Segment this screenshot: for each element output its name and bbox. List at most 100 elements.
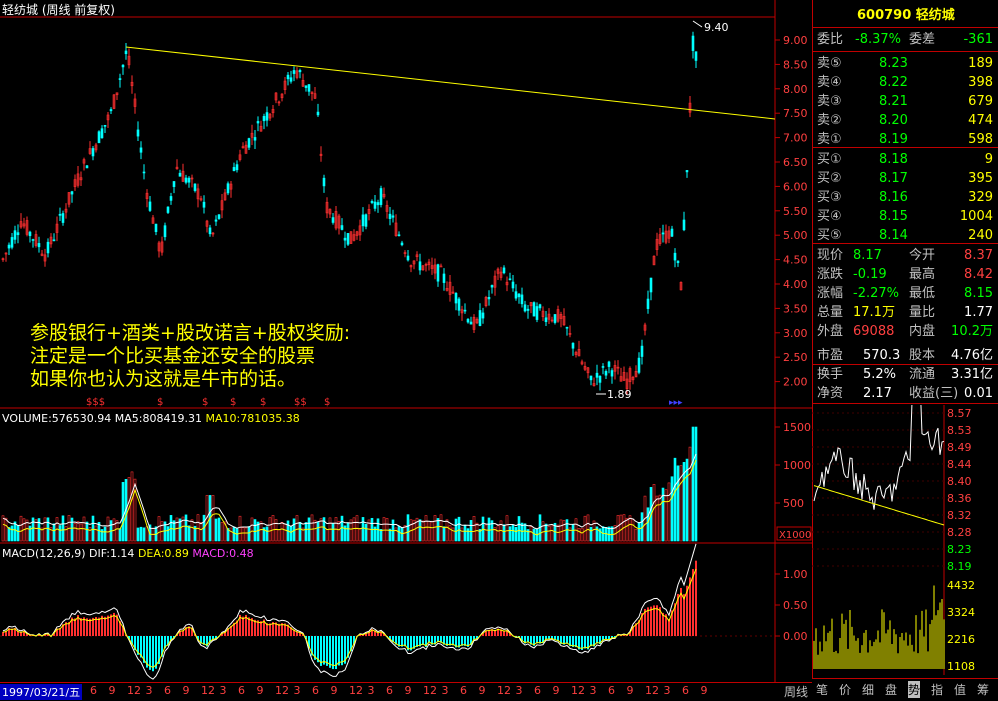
dividend-mark: $ [157, 397, 163, 408]
candle-body [517, 293, 521, 298]
volume-bar [325, 529, 329, 542]
candle-body [91, 148, 95, 157]
candle-body [373, 201, 377, 209]
tab-5[interactable]: 指 [931, 681, 943, 698]
candle-body [571, 342, 575, 349]
volume-bar [589, 526, 593, 542]
x-tick-label: 9 [478, 684, 486, 697]
price-tick-label: 4.50 [783, 254, 808, 267]
tab-4[interactable]: 势 [908, 681, 921, 698]
candle-body [370, 201, 374, 203]
volume-bar [448, 525, 452, 542]
volume-bar [190, 519, 194, 542]
signal-arrows: ▸▸▸ [669, 398, 683, 408]
volume-bar [310, 514, 314, 542]
mini-price-label: 8.57 [947, 407, 972, 420]
volume-bar [259, 521, 263, 542]
candle-body [103, 124, 107, 127]
volume-bar [58, 525, 62, 542]
mini-chart-svg: 8.57 8.53 8.49 8.44 8.40 8.36 8.32 8.28 8.23 8.19… [812, 379, 975, 675]
candle-body [139, 147, 143, 153]
candle-body [523, 304, 527, 312]
volume-bar [70, 517, 74, 542]
candle-body [304, 85, 308, 88]
volume-bar [550, 525, 554, 542]
volume-value: VOLUME:576530.94 [2, 412, 112, 425]
candle-body [526, 308, 530, 311]
quote-header: 600790 轻纺城 [817, 4, 997, 28]
x-tick-label: 12 [201, 684, 215, 697]
volume-bar [544, 523, 548, 542]
ma5-value: MA5:808419.31 [114, 412, 202, 425]
x-tick-label: 6 [682, 684, 689, 697]
tab-6[interactable]: 值 [954, 681, 966, 698]
x-tick-label: 9 [626, 684, 634, 697]
volume-bar [94, 525, 98, 542]
x-tick-label: 12 [127, 684, 141, 697]
candle-body [307, 84, 311, 92]
candle-body [682, 219, 686, 231]
dif-line [2, 543, 697, 680]
volume-bar [463, 524, 467, 542]
high-marker-line [692, 20, 703, 28]
candle-body [379, 188, 383, 205]
tab-0[interactable]: 笔 [816, 681, 828, 698]
candle-body [169, 196, 173, 201]
volume-bar [418, 519, 422, 542]
candle-body [289, 77, 293, 82]
tab-2[interactable]: 细 [862, 681, 874, 698]
low-price-label: 1.89 [607, 388, 632, 401]
tab-3[interactable]: 盘 [885, 681, 897, 698]
candle-body [247, 138, 251, 148]
annotation-line-3: 如果你也认为这就是牛市的话。 [30, 368, 297, 390]
volume-bar [142, 527, 146, 542]
volume-bar [157, 516, 161, 542]
price-tick-label: 2.50 [783, 351, 808, 364]
mini-price-label: 8.49 [947, 441, 972, 454]
volume-bar [277, 529, 281, 542]
candle-body [16, 232, 20, 236]
volume-bar [469, 520, 473, 542]
candle-body [70, 191, 74, 195]
volume-bar [397, 525, 401, 542]
price-stat-row: 外盘 69088 内盘 10.2万 [817, 320, 997, 344]
x-tick-label: 6 [608, 684, 615, 697]
volume-bar [406, 514, 410, 542]
candle-body [640, 345, 644, 357]
candle-body [13, 230, 17, 240]
volume-bar [274, 519, 278, 542]
candle-body [193, 183, 197, 191]
candle-body [187, 177, 191, 183]
tab-1[interactable]: 价 [839, 681, 851, 698]
volume-bar [265, 526, 269, 542]
volume-bar [688, 446, 692, 542]
candle-body [10, 237, 14, 248]
intraday-mini-chart[interactable]: 8.57 8.53 8.49 8.44 8.40 8.36 8.32 8.28 8.23 8.19… [812, 379, 998, 675]
x-tick-label: 3 [663, 684, 671, 697]
candle-body [466, 318, 470, 323]
candle-body [253, 137, 257, 141]
candle-body [37, 243, 41, 248]
volume-bar [85, 521, 89, 542]
stat-value: 10.2万 [951, 324, 993, 339]
volume-bar [106, 516, 110, 542]
dividend-mark: $ [260, 397, 266, 408]
volume-bar [655, 495, 659, 542]
volume-bar [454, 518, 458, 542]
period-tab-weekly[interactable]: 周线 [784, 683, 808, 700]
tab-7[interactable]: 筹 [977, 681, 989, 698]
volume-bar [16, 525, 20, 542]
volume-bar [532, 528, 536, 542]
volume-bar [364, 523, 368, 542]
dividend-mark: $ [202, 397, 208, 408]
volume-bar [664, 489, 668, 542]
x-tick-label: 3 [219, 684, 227, 697]
candle-body [361, 214, 365, 227]
candle-body [148, 201, 152, 211]
webi-row: 委比 -8.37% 委差 -361 [817, 28, 997, 52]
mini-price-label: 8.23 [947, 543, 972, 556]
candle-body [100, 128, 104, 139]
price-tick-label: 7.00 [783, 132, 808, 145]
volume-bar [670, 476, 674, 542]
volume-bar [130, 471, 134, 542]
